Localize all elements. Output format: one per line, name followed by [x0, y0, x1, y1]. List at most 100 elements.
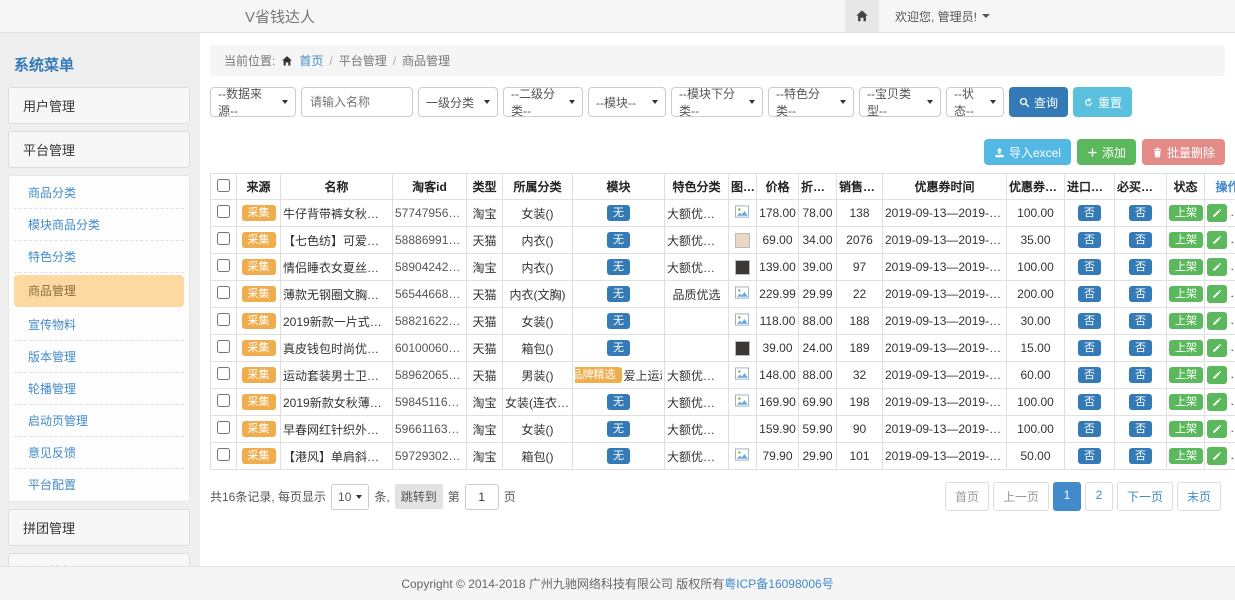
- must-buy-toggle-badge[interactable]: 否: [1129, 232, 1152, 248]
- edit-button[interactable]: [1207, 447, 1227, 465]
- must-buy-toggle-badge[interactable]: 否: [1129, 340, 1152, 356]
- module-badge[interactable]: 无: [607, 259, 630, 275]
- next-page-button[interactable]: 下一页: [1117, 482, 1173, 511]
- per-page-select[interactable]: 10: [331, 484, 369, 510]
- filter-select-feature-category[interactable]: --特色分类--: [768, 87, 854, 117]
- row-checkbox[interactable]: [217, 340, 230, 353]
- jump-page-input[interactable]: [465, 484, 499, 510]
- status-badge[interactable]: 上架: [1169, 205, 1203, 221]
- imported-toggle-badge[interactable]: 否: [1078, 205, 1101, 221]
- sidebar-item-11[interactable]: 平台配置: [14, 469, 184, 500]
- module-badge[interactable]: 无: [607, 448, 630, 464]
- must-buy-toggle-badge[interactable]: 否: [1129, 421, 1152, 437]
- sidebar-item-10[interactable]: 意见反馈: [14, 437, 184, 469]
- jump-to-button[interactable]: 跳转到: [395, 484, 443, 509]
- select-all-checkbox[interactable]: [217, 179, 230, 192]
- imported-toggle-badge[interactable]: 否: [1078, 421, 1101, 437]
- row-checkbox[interactable]: [217, 394, 230, 407]
- status-badge[interactable]: 上架: [1169, 448, 1203, 464]
- row-checkbox[interactable]: [217, 232, 230, 245]
- must-buy-toggle-badge[interactable]: 否: [1129, 205, 1152, 221]
- imported-toggle-badge[interactable]: 否: [1078, 313, 1101, 329]
- imported-toggle-badge[interactable]: 否: [1078, 394, 1101, 410]
- edit-button[interactable]: [1207, 231, 1227, 249]
- must-buy-toggle-badge[interactable]: 否: [1129, 286, 1152, 302]
- imported-toggle-badge[interactable]: 否: [1078, 286, 1101, 302]
- status-badge[interactable]: 上架: [1169, 421, 1203, 437]
- filter-select-status[interactable]: --状态--: [946, 87, 1004, 117]
- sidebar-item-13[interactable]: 省惠快报: [8, 553, 190, 566]
- module-badge[interactable]: 无: [607, 232, 630, 248]
- sidebar-item-8[interactable]: 轮播管理: [14, 373, 184, 405]
- must-buy-toggle-badge[interactable]: 否: [1129, 259, 1152, 275]
- edit-button[interactable]: [1207, 312, 1227, 330]
- status-badge[interactable]: 上架: [1169, 340, 1203, 356]
- sidebar-item-1[interactable]: 平台管理: [8, 131, 190, 168]
- sidebar-item-3[interactable]: 模块商品分类: [14, 209, 184, 241]
- filter-select-level2-category[interactable]: --二级分类--: [503, 87, 583, 117]
- edit-button[interactable]: [1207, 393, 1227, 411]
- status-badge[interactable]: 上架: [1169, 367, 1203, 383]
- must-buy-toggle-badge[interactable]: 否: [1129, 394, 1152, 410]
- filter-select-module-subcategory[interactable]: --模块下分类--: [671, 87, 763, 117]
- module-badge[interactable]: 品牌精选: [575, 367, 622, 383]
- user-menu[interactable]: 欢迎您, 管理员!: [895, 8, 990, 25]
- status-badge[interactable]: 上架: [1169, 313, 1203, 329]
- filter-select-data-source[interactable]: --数据来源--: [210, 87, 296, 117]
- row-checkbox[interactable]: [217, 421, 230, 434]
- module-badge[interactable]: 无: [607, 286, 630, 302]
- filter-select-item-type[interactable]: --宝贝类型--: [859, 87, 941, 117]
- must-buy-toggle-badge[interactable]: 否: [1129, 367, 1152, 383]
- must-buy-toggle-badge[interactable]: 否: [1129, 313, 1152, 329]
- row-checkbox[interactable]: [217, 313, 230, 326]
- status-badge[interactable]: 上架: [1169, 232, 1203, 248]
- row-checkbox[interactable]: [217, 367, 230, 380]
- status-badge[interactable]: 上架: [1169, 394, 1203, 410]
- edit-button[interactable]: [1207, 339, 1227, 357]
- last-page-button[interactable]: 末页: [1177, 482, 1221, 511]
- sidebar-item-4[interactable]: 特色分类: [14, 241, 184, 273]
- module-badge[interactable]: 无: [607, 340, 630, 356]
- first-page-button[interactable]: 首页: [945, 482, 989, 511]
- edit-button[interactable]: [1207, 258, 1227, 276]
- imported-toggle-badge[interactable]: 否: [1078, 259, 1101, 275]
- home-button[interactable]: [845, 0, 879, 32]
- sidebar-item-2[interactable]: 商品分类: [14, 177, 184, 209]
- module-badge[interactable]: 无: [607, 205, 630, 221]
- module-badge[interactable]: 无: [607, 421, 630, 437]
- filter-select-level1-category[interactable]: 一级分类: [418, 87, 498, 117]
- row-checkbox[interactable]: [217, 286, 230, 299]
- sidebar-item-0[interactable]: 用户管理: [8, 87, 190, 124]
- sidebar-item-5[interactable]: 商品管理: [14, 275, 184, 307]
- imported-toggle-badge[interactable]: 否: [1078, 232, 1101, 248]
- status-badge[interactable]: 上架: [1169, 259, 1203, 275]
- import-excel-button[interactable]: 导入excel: [984, 139, 1071, 165]
- icp-link[interactable]: 粤ICP备16098006号: [724, 575, 833, 592]
- imported-toggle-badge[interactable]: 否: [1078, 448, 1101, 464]
- sidebar-item-9[interactable]: 启动页管理: [14, 405, 184, 437]
- batch-delete-button[interactable]: 批量删除: [1142, 139, 1225, 165]
- name-search-input[interactable]: [301, 87, 413, 117]
- row-checkbox[interactable]: [217, 205, 230, 218]
- sidebar-item-6[interactable]: 宣传物料: [14, 309, 184, 341]
- filter-select-module[interactable]: --模块--: [588, 87, 666, 117]
- status-badge[interactable]: 上架: [1169, 286, 1203, 302]
- edit-button[interactable]: [1207, 204, 1227, 222]
- add-button[interactable]: 添加: [1077, 139, 1136, 165]
- row-checkbox[interactable]: [217, 259, 230, 272]
- module-badge[interactable]: 无: [607, 394, 630, 410]
- sidebar-item-12[interactable]: 拼团管理: [8, 509, 190, 546]
- page-2-button[interactable]: 2: [1085, 482, 1113, 511]
- row-checkbox[interactable]: [217, 448, 230, 461]
- breadcrumb-home-link[interactable]: 首页: [299, 52, 323, 69]
- edit-button[interactable]: [1207, 366, 1227, 384]
- module-badge[interactable]: 无: [607, 313, 630, 329]
- sidebar-item-7[interactable]: 版本管理: [14, 341, 184, 373]
- edit-button[interactable]: [1207, 420, 1227, 438]
- prev-page-button[interactable]: 上一页: [993, 482, 1049, 511]
- edit-button[interactable]: [1207, 285, 1227, 303]
- imported-toggle-badge[interactable]: 否: [1078, 367, 1101, 383]
- imported-toggle-badge[interactable]: 否: [1078, 340, 1101, 356]
- page-1-button[interactable]: 1: [1053, 482, 1081, 511]
- must-buy-toggle-badge[interactable]: 否: [1129, 448, 1152, 464]
